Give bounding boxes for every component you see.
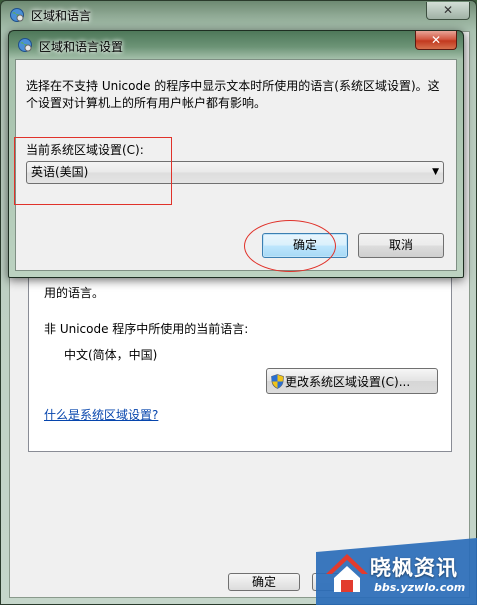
dialog-description: 选择在不支持 Unicode 的程序中显示文本时所使用的语言(系统区域设置)。这… (26, 79, 440, 110)
outer-close-button[interactable]: ✕ (426, 2, 470, 20)
change-system-locale-button[interactable]: 更改系统区域设置(C)... (266, 368, 438, 394)
watermark-name: 晓枫资讯 (370, 556, 458, 580)
house-logo-icon (326, 554, 368, 592)
partial-description-text: 用的语言。 (44, 286, 105, 300)
non-unicode-label: 非 Unicode 程序中所使用的当前语言: (44, 322, 249, 336)
site-watermark: 晓枫资讯 bbs.yzwlo.com (316, 538, 477, 605)
annotation-ellipse (244, 220, 336, 272)
globe-icon (10, 8, 24, 22)
uac-shield-icon (271, 374, 284, 389)
outer-ok-button[interactable]: 确定 (228, 573, 300, 591)
dialog-title: 区域和语言设置 (39, 40, 124, 54)
dialog-cancel-button[interactable]: 取消 (358, 233, 444, 258)
what-is-system-locale-link[interactable]: 什么是系统区域设置? (44, 406, 158, 423)
watermark-url: bbs.yzwlo.com (374, 581, 466, 594)
chevron-down-icon: ▼ (432, 167, 439, 177)
outer-window-title: 区域和语言 (31, 9, 92, 23)
dialog-close-button[interactable]: ✕ (415, 31, 457, 50)
globe-icon (18, 38, 32, 52)
non-unicode-value: 中文(简体，中国) (64, 348, 158, 362)
annotation-rectangle (14, 137, 172, 205)
outer-titlebar: 区域和语言 ✕ (1, 1, 476, 31)
change-system-locale-label: 更改系统区域设置(C)... (285, 374, 411, 389)
